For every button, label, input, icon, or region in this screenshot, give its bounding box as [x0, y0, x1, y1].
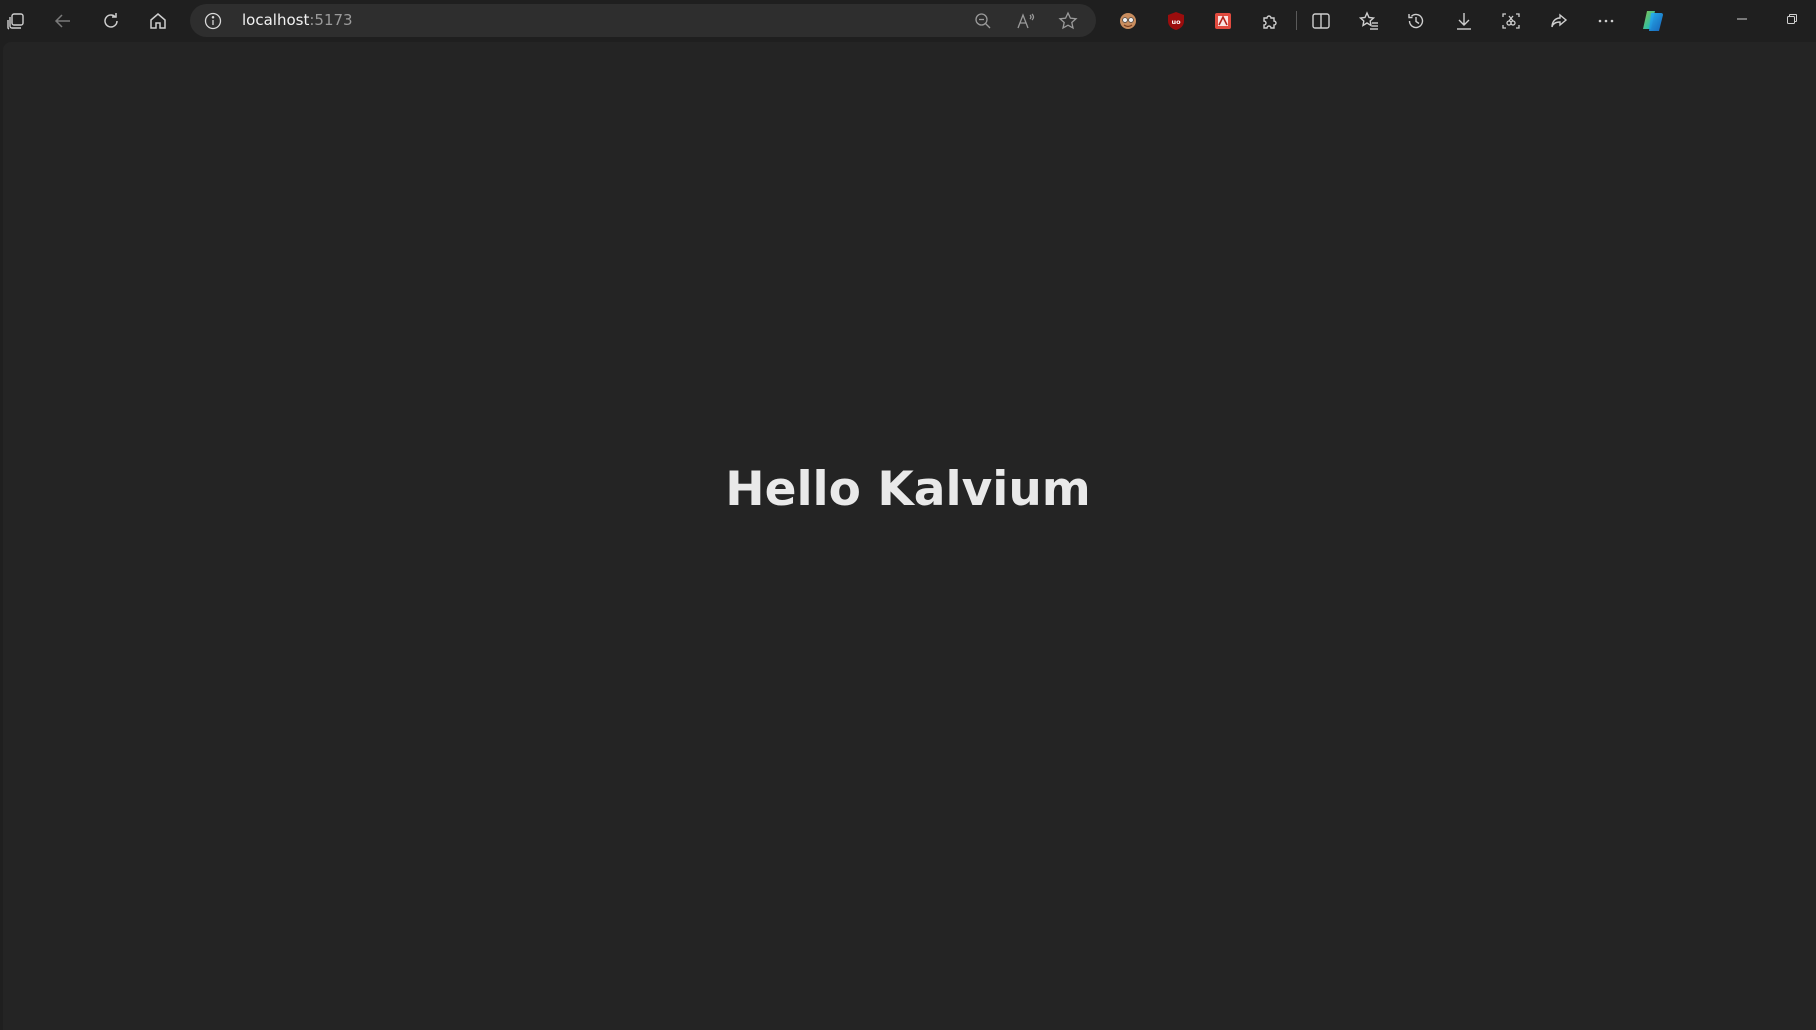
more-icon[interactable]: [1590, 5, 1622, 37]
copilot-icon[interactable]: [1637, 5, 1669, 37]
share-icon[interactable]: [1543, 5, 1575, 37]
url-host: localhost: [242, 11, 310, 29]
home-icon[interactable]: [142, 5, 174, 37]
url-text[interactable]: localhost:5173: [242, 4, 353, 37]
svg-text:uo: uo: [1171, 18, 1181, 26]
address-bar[interactable]: localhost:5173: [190, 4, 1096, 37]
zoom-out-icon[interactable]: [969, 7, 997, 35]
read-aloud-icon[interactable]: [1012, 7, 1040, 35]
page-heading: Hello Kalvium: [725, 462, 1091, 517]
favorite-star-icon[interactable]: [1054, 7, 1082, 35]
refresh-icon[interactable]: [95, 5, 127, 37]
split-screen-icon[interactable]: [1305, 5, 1337, 37]
ublock-icon[interactable]: uo: [1160, 5, 1192, 37]
extension-red-icon[interactable]: [1207, 5, 1239, 37]
toolbar-separator: [1296, 11, 1297, 30]
history-icon[interactable]: [1400, 5, 1432, 37]
workspaces-icon[interactable]: [0, 5, 32, 37]
url-port: :5173: [309, 11, 353, 29]
extensions-puzzle-icon[interactable]: [1254, 5, 1286, 37]
back-icon[interactable]: [47, 5, 79, 37]
favorites-icon[interactable]: [1353, 5, 1385, 37]
downloads-icon[interactable]: [1448, 5, 1480, 37]
screenshot-icon[interactable]: [1495, 5, 1527, 37]
site-info-icon[interactable]: [204, 12, 222, 30]
page-viewport: [3, 42, 1816, 1030]
extension-avatar-icon[interactable]: [1112, 5, 1144, 37]
browser-toolbar: localhost:5173 uo: [0, 0, 1816, 41]
restore-icon[interactable]: [1770, 2, 1814, 36]
minimize-icon[interactable]: [1720, 2, 1764, 36]
browser-window: localhost:5173 uo Hello Kalvium: [0, 0, 1816, 1030]
